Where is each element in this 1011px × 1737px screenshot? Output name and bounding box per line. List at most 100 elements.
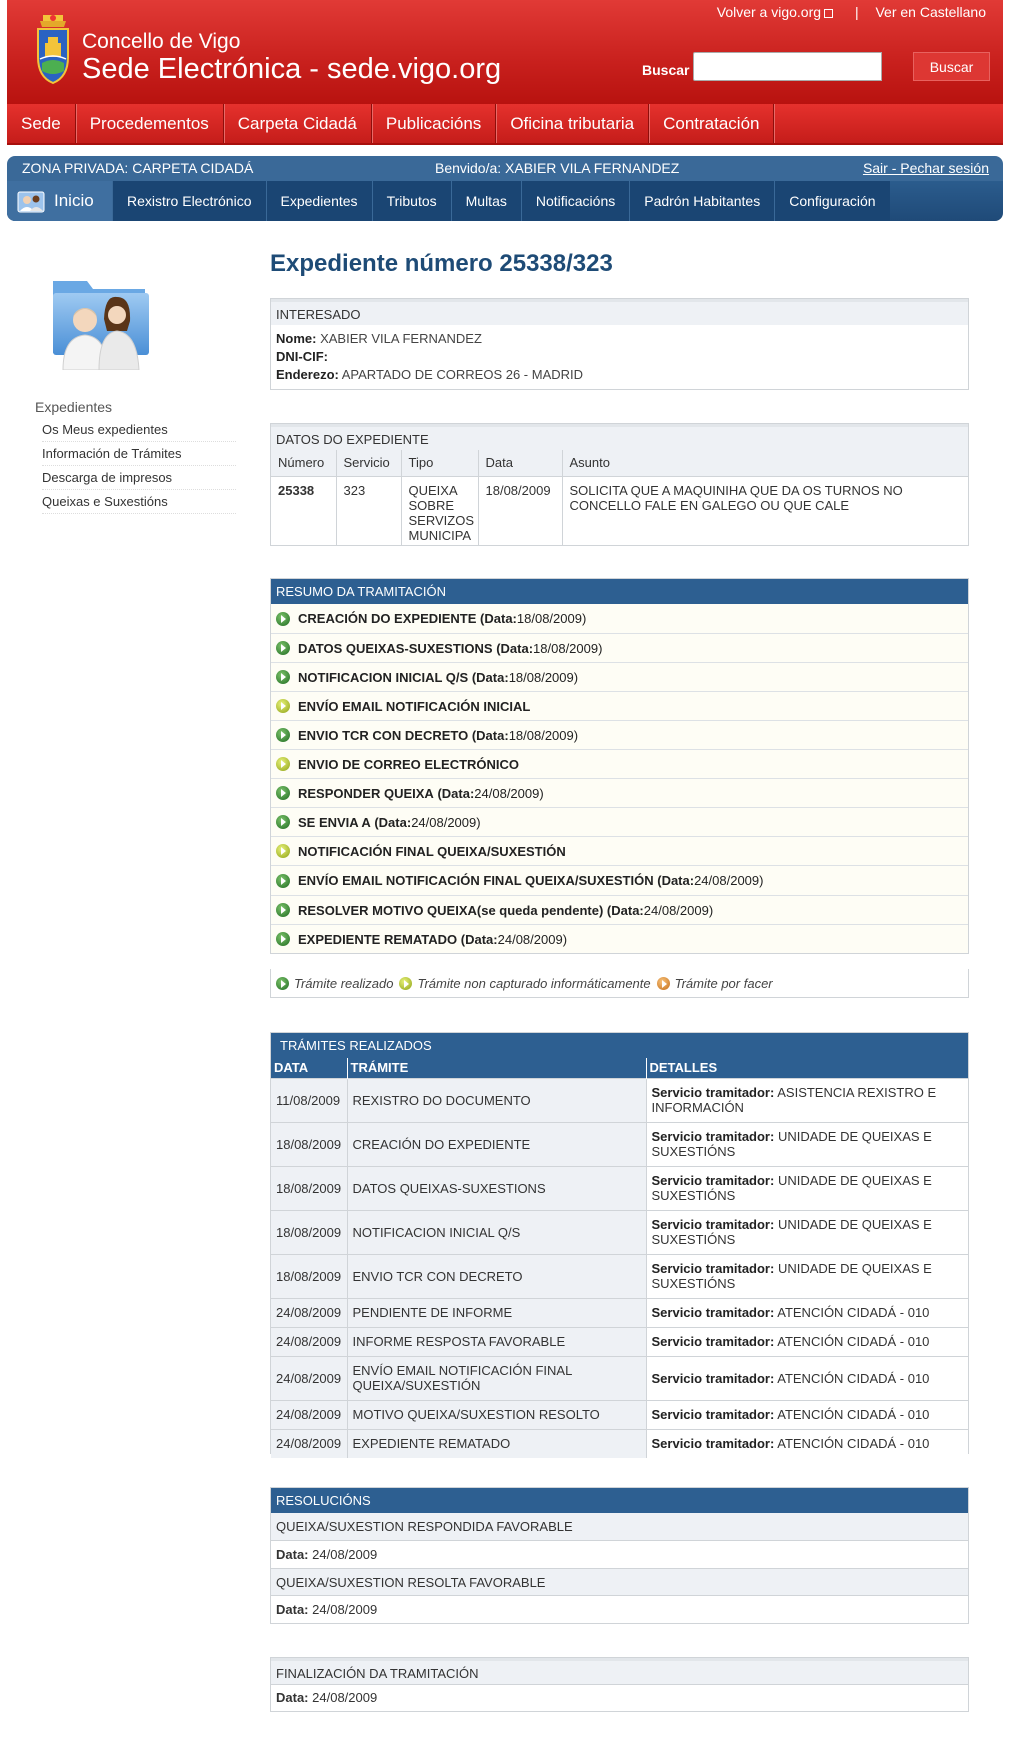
tab-expedientes[interactable]: Expedientes [265,181,372,221]
cell-detalles: Servicio tramitador: UNIDADE DE QUEIXAS … [646,1253,968,1298]
nav-publicacions[interactable]: Publicacións [372,104,497,143]
status-done-icon [276,670,290,684]
resumo-item-name: ENVIO DE CORREO ELECTRÓNICO [298,756,520,772]
search-input[interactable] [693,52,882,81]
tramites-realizados-panel: TRÁMITES REALIZADOS DATA TRÁMITE DETALLE… [270,1032,969,1458]
resumo-item-date: 24/08/2009 [694,873,760,888]
resumo-item: ENVIO TCR CON DECRETO (Data: 18/08/2009) [271,720,968,749]
service-label: Servicio tramitador: [651,1173,775,1188]
tramites-heading: TRÁMITES REALIZADOS [271,1033,968,1058]
tab-padron-habitantes[interactable]: Padrón Habitantes [629,181,775,221]
cell-numero: 25338 [271,476,337,546]
resumo-item-date: 24/08/2009 [411,814,477,830]
legend-done-label: Trámite realizado [294,975,394,991]
resolucions-heading: RESOLUCIÓNS [271,1488,968,1513]
resumo-item-name: NOTIFICACION INICIAL Q/S [298,669,469,685]
service-value: ATENCIÓN CIDADÁ - 010 [777,1305,930,1320]
nav-procedementos[interactable]: Procedementos [76,104,224,143]
table-row: 18/08/2009 CREACIÓN DO EXPEDIENTE Servicio… [271,1121,968,1166]
tab-tributos[interactable]: Tributos [371,181,451,221]
status-not-captured-icon [399,976,413,990]
service-label: Servicio tramitador: [651,1085,775,1100]
resumo-item: ENVÍO EMAIL NOTIFICACIÓN FINAL QUEIXA/SU… [271,865,968,895]
nav-sede[interactable]: Sede [7,104,76,143]
tab-inicio-label: Inicio [54,191,94,210]
private-zone-bar: ZONA PRIVADA: CARPETA CIDADÁ Benvido/a: … [7,156,1003,181]
cell-data: 24/08/2009 [271,1399,348,1429]
logout-link[interactable]: Sair - Pechar sesión [863,160,989,176]
resumo-item: EXPEDIENTE REMATADO (Data: 24/08/2009) [271,924,968,953]
nav-carpeta-cidada[interactable]: Carpeta Cidadá [224,104,372,143]
table-row: 18/08/2009 DATOS QUEIXAS-SUXESTIONS Servic… [271,1165,968,1210]
status-done-icon [276,815,290,829]
resolucion-date-value: 24/08/2009 [312,1602,378,1617]
dni-label: DNI-CIF: [276,349,328,364]
table-row: 24/08/2009 INFORME RESPOSTA FAVORABLE Serv… [271,1326,968,1356]
cell-asunto: SOLICITA QUE A MAQUINIHA QUE DA OS TURNO… [569,482,903,513]
resumo-item-date: 18/08/2009 [516,611,582,626]
tramites-body: 11/08/2009 REXISTRO DO DOCUMENTO Servicio … [271,1077,968,1458]
cell-detalles: Servicio tramitador: UNIDADE DE QUEIXAS … [646,1121,968,1166]
finalizacion-date-value: 24/08/2009 [312,1690,378,1705]
toplinks-separator: | [854,4,859,20]
welcome-user: Benvido/a: XABIER VILA FERNANDEZ [435,160,680,176]
legend-not-captured-label: Trámite non capturado informáticamente [417,975,651,991]
finalizacion-date: Data: 24/08/2009 [271,1684,968,1710]
tab-configuracion[interactable]: Configuración [774,181,890,221]
sidebar-item-descarga-de-impresos[interactable]: Descarga de impresos [42,466,236,490]
cell-detalles: Servicio tramitador: ATENCIÓN CIDADÁ - 0… [646,1297,968,1327]
back-to-vigo-link[interactable]: Volver a vigo.org [717,4,821,20]
cell-detalles: Servicio tramitador: ASISTENCIA REXISTRO… [646,1077,968,1122]
nav-oficina-tributaria[interactable]: Oficina tributaria [496,104,650,143]
col-detalles: DETALLES [646,1058,968,1078]
service-label: Servicio tramitador: [651,1305,775,1320]
resolucion-date: Data: 24/08/2009 [271,1595,968,1623]
status-done-icon [276,903,290,917]
service-label: Servicio tramitador: [651,1370,775,1386]
coat-of-arms-logo[interactable] [34,13,72,85]
tab-rexistro-electronico[interactable]: Rexistro Electrónico [112,181,266,221]
cell-tramite: INFORME RESPOSTA FAVORABLE [347,1326,647,1356]
resumo-date-label: (Data: [460,931,498,947]
sidebar-item-os-meus-expedientes[interactable]: Os Meus expedientes [42,418,236,442]
resolucion-title: QUEIXA/SUXESTION RESOLTA FAVORABLE [271,1568,968,1595]
service-label: Servicio tramitador: [651,1334,775,1349]
sidebar-item-informacion-de-tramites[interactable]: Información de Trámites [42,442,236,466]
tab-notificacions[interactable]: Notificacións [520,181,630,221]
cell-tramite: DATOS QUEIXAS-SUXESTIONS [347,1165,647,1210]
resumo-item-name: ENVÍO EMAIL NOTIFICACIÓN INICIAL [298,698,531,714]
cell-data: 11/08/2009 [271,1077,348,1122]
resumo-date-label: (Data: [471,727,509,743]
table-row: 24/08/2009 PENDIENTE DE INFORME Servicio t… [271,1297,968,1327]
col-servicio: Servicio [336,450,402,477]
tab-multas[interactable]: Multas [450,181,521,221]
status-done-icon [276,873,290,888]
status-done-icon [276,786,290,800]
sidebar-item-queixas-e-suxestions[interactable]: Queixas e Suxestións [42,490,236,514]
status-done-icon [276,976,289,990]
cell-tramite: NOTIFICACION INICIAL Q/S [347,1209,647,1254]
status-legend: Trámite realizado Trámite non capturado … [270,969,969,998]
site-title-sede[interactable]: Sede Electrónica - sede.vigo.org [82,53,501,86]
cell-data: 18/08/2009 [478,476,563,546]
resumo-date-label: (Data: [496,640,534,656]
status-not-captured-icon [276,844,290,858]
search-button[interactable]: Buscar [913,52,990,81]
status-done-icon [276,728,290,742]
resumo-date-label: (Data: [657,873,695,888]
cell-tipo: QUEIXA SOBRE SERVIZOS MUNICIPA [401,476,479,546]
resumo-item-name: ENVÍO EMAIL NOTIFICACIÓN FINAL QUEIXA/SU… [298,873,654,888]
data-label: Data: [276,1690,309,1705]
cell-detalles: Servicio tramitador: ATENCIÓN CIDADÁ - 0… [646,1428,968,1458]
enderezo-value: APARTADO DE CORREOS 26 - MADRID [341,367,584,382]
user-folder-icon [53,281,149,370]
nome-value: XABIER VILA FERNANDEZ [320,331,482,346]
legend-not-captured: Trámite non capturado informáticamente [399,975,651,991]
datos-expediente-panel: DATOS DO EXPEDIENTE Número Servicio Tipo… [270,423,969,546]
language-switch-link[interactable]: Ver en Castellano [875,4,986,20]
site-title-municipality[interactable]: Concello de Vigo [82,30,240,54]
tab-inicio[interactable]: Inicio [7,181,112,221]
nav-contratacion[interactable]: Contratación [649,104,775,143]
status-done-icon [276,611,290,626]
cell-detalles: Servicio tramitador: UNIDADE DE QUEIXAS … [646,1165,968,1210]
